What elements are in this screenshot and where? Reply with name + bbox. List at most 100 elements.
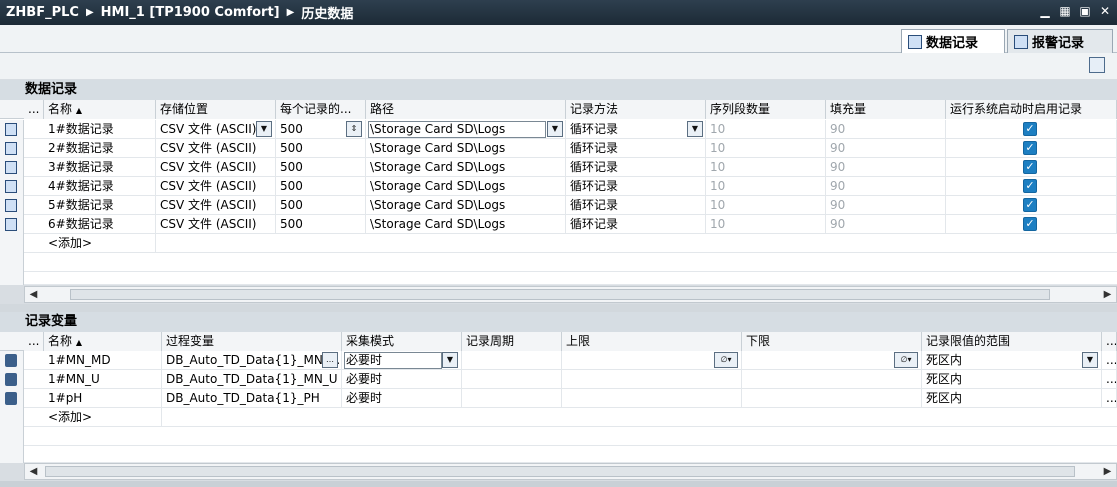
table-row[interactable]: 4#数据记录 CSV 文件 (ASCII) 500 \Storage Card … bbox=[0, 177, 1117, 196]
row-selector[interactable] bbox=[0, 272, 24, 285]
enable-on-start-checkbox[interactable]: ✓ bbox=[1023, 141, 1037, 155]
log-method[interactable]: 循环记录 bbox=[566, 158, 706, 177]
tag-process-variable[interactable]: DB_Auto_TD_Data{1}_MN_... … bbox=[162, 351, 342, 370]
table-row[interactable]: 1#pH DB_Auto_TD_Data{1}_PH 必要时 死区内 ... bbox=[0, 389, 1117, 408]
add-row[interactable]: <添加> bbox=[0, 234, 1117, 253]
tag-more[interactable]: ... bbox=[1102, 351, 1117, 370]
enable-on-start-checkbox[interactable]: ✓ bbox=[1023, 160, 1037, 174]
dropdown-arrow-icon[interactable]: ▼ bbox=[256, 121, 272, 137]
column-header[interactable]: 过程变量 bbox=[162, 332, 342, 351]
close-icon[interactable]: ✕ bbox=[1099, 4, 1111, 18]
breadcrumb-device[interactable]: HMI_1 [TP1900 Comfort] bbox=[101, 5, 280, 20]
log-method[interactable]: 循环记录 bbox=[566, 196, 706, 215]
log-method[interactable]: 循环记录 bbox=[566, 177, 706, 196]
row-selector[interactable] bbox=[0, 196, 24, 215]
log-storage[interactable]: CSV 文件 (ASCII) bbox=[156, 158, 276, 177]
tag-process-variable[interactable]: DB_Auto_TD_Data{1}_PH bbox=[162, 389, 342, 408]
add-new-log[interactable]: <添加> bbox=[44, 234, 156, 253]
row-selector[interactable] bbox=[0, 370, 24, 389]
tag-more[interactable]: ... bbox=[1102, 389, 1117, 408]
tile-icon[interactable]: ▦ bbox=[1059, 4, 1071, 18]
scroll-thumb[interactable] bbox=[70, 289, 1050, 300]
log-name[interactable]: 1#数据记录 bbox=[44, 120, 156, 139]
table-row[interactable]: 2#数据记录 CSV 文件 (ASCII) 500 \Storage Card … bbox=[0, 139, 1117, 158]
row-selector[interactable] bbox=[0, 351, 24, 370]
log-storage[interactable]: CSV 文件 (ASCII) bbox=[156, 139, 276, 158]
tag-mode[interactable]: 必要时 ▼ bbox=[342, 351, 462, 370]
tag-cycle[interactable] bbox=[462, 389, 562, 408]
tag-upper-limit[interactable] bbox=[562, 389, 742, 408]
column-header[interactable]: 采集模式 bbox=[342, 332, 462, 351]
log-storage[interactable]: CSV 文件 (ASCII) bbox=[156, 196, 276, 215]
log-name[interactable]: 2#数据记录 bbox=[44, 139, 156, 158]
table-row[interactable]: 6#数据记录 CSV 文件 (ASCII) 500 \Storage Card … bbox=[0, 215, 1117, 234]
row-selector[interactable] bbox=[0, 139, 24, 158]
pane-splitter[interactable] bbox=[0, 304, 1117, 312]
column-header[interactable]: ... bbox=[24, 332, 44, 351]
enable-on-start-checkbox[interactable]: ✓ bbox=[1023, 179, 1037, 193]
log-tags-hscrollbar[interactable]: ◀ ▶ bbox=[24, 463, 1117, 480]
column-header[interactable]: 记录方法 bbox=[566, 100, 706, 119]
log-path[interactable]: \Storage Card SD\Logs ▼ bbox=[366, 120, 566, 139]
log-path[interactable]: \Storage Card SD\Logs bbox=[366, 139, 566, 158]
dropdown-arrow-icon[interactable]: ▼ bbox=[687, 121, 703, 137]
log-name[interactable]: 6#数据记录 bbox=[44, 215, 156, 234]
scroll-thumb[interactable] bbox=[45, 466, 1075, 477]
dropdown-arrow-icon[interactable]: ▼ bbox=[547, 121, 563, 137]
row-selector[interactable] bbox=[0, 177, 24, 196]
column-header[interactable]: 运行系统启动时启用记录 bbox=[946, 100, 1117, 119]
log-path[interactable]: \Storage Card SD\Logs bbox=[366, 177, 566, 196]
column-header[interactable]: 记录限值的范围 bbox=[922, 332, 1102, 351]
no-value-icon[interactable]: ∅▾ bbox=[714, 352, 738, 368]
spinner-icon[interactable]: ⇕ bbox=[346, 121, 362, 137]
column-header[interactable]: 填充量 bbox=[826, 100, 946, 119]
scroll-left-icon[interactable]: ◀ bbox=[25, 287, 42, 302]
column-header-name[interactable]: 名称 ▲ bbox=[44, 332, 162, 351]
log-record-count[interactable]: 500 bbox=[276, 139, 366, 158]
scroll-right-icon[interactable]: ▶ bbox=[1099, 464, 1116, 479]
enable-on-start-checkbox[interactable]: ✓ bbox=[1023, 198, 1037, 212]
row-selector[interactable] bbox=[0, 120, 24, 139]
log-name[interactable]: 4#数据记录 bbox=[44, 177, 156, 196]
log-record-count[interactable]: 500 ⇕ bbox=[276, 120, 366, 139]
row-selector[interactable] bbox=[0, 427, 24, 446]
breadcrumb-project[interactable]: ZHBF_PLC bbox=[6, 5, 79, 20]
log-record-count[interactable]: 500 bbox=[276, 215, 366, 234]
tab-alarm-logs[interactable]: 报警记录 bbox=[1007, 29, 1113, 53]
row-selector[interactable] bbox=[0, 158, 24, 177]
table-row[interactable]: 3#数据记录 CSV 文件 (ASCII) 500 \Storage Card … bbox=[0, 158, 1117, 177]
tag-lower-limit[interactable] bbox=[742, 389, 922, 408]
row-selector[interactable] bbox=[0, 215, 24, 234]
tag-upper-limit[interactable]: ∅▾ bbox=[562, 351, 742, 370]
row-selector[interactable] bbox=[0, 408, 24, 427]
column-header[interactable]: 序列段数量 bbox=[706, 100, 826, 119]
table-row[interactable]: 5#数据记录 CSV 文件 (ASCII) 500 \Storage Card … bbox=[0, 196, 1117, 215]
log-name[interactable]: 5#数据记录 bbox=[44, 196, 156, 215]
tag-cycle[interactable] bbox=[462, 351, 562, 370]
table-row[interactable]: 1#MN_U DB_Auto_TD_Data{1}_MN_U 必要时 死区内 .… bbox=[0, 370, 1117, 389]
column-header[interactable]: 存储位置 bbox=[156, 100, 276, 119]
log-path[interactable]: \Storage Card SD\Logs bbox=[366, 196, 566, 215]
log-storage[interactable]: CSV 文件 (ASCII) bbox=[156, 177, 276, 196]
log-storage[interactable]: CSV 文件 (ASCII) bbox=[156, 215, 276, 234]
log-name[interactable]: 3#数据记录 bbox=[44, 158, 156, 177]
tag-process-variable[interactable]: DB_Auto_TD_Data{1}_MN_U bbox=[162, 370, 342, 389]
enable-on-start-checkbox[interactable]: ✓ bbox=[1023, 217, 1037, 231]
table-row[interactable]: 1#MN_MD DB_Auto_TD_Data{1}_MN_... … 必要时 … bbox=[0, 351, 1117, 370]
column-header[interactable]: 路径 bbox=[366, 100, 566, 119]
tag-lower-limit[interactable]: ∅▾ bbox=[742, 351, 922, 370]
row-selector[interactable] bbox=[0, 446, 24, 463]
add-new-tag[interactable]: <添加> bbox=[44, 408, 162, 427]
no-value-icon[interactable]: ∅▾ bbox=[894, 352, 918, 368]
column-header[interactable]: ... bbox=[1102, 332, 1117, 351]
row-selector[interactable] bbox=[0, 389, 24, 408]
tab-data-logs[interactable]: 数据记录 bbox=[901, 29, 1005, 53]
data-logs-hscrollbar[interactable]: ◀ ▶ bbox=[24, 286, 1117, 303]
tag-name[interactable]: 1#MN_U bbox=[44, 370, 162, 389]
float-icon[interactable]: ▣ bbox=[1079, 4, 1091, 18]
column-header[interactable]: 记录周期 bbox=[462, 332, 562, 351]
tag-name[interactable]: 1#pH bbox=[44, 389, 162, 408]
column-header[interactable]: ... bbox=[24, 100, 44, 119]
minimize-icon[interactable]: ▁ bbox=[1039, 4, 1051, 18]
log-path[interactable]: \Storage Card SD\Logs bbox=[366, 215, 566, 234]
